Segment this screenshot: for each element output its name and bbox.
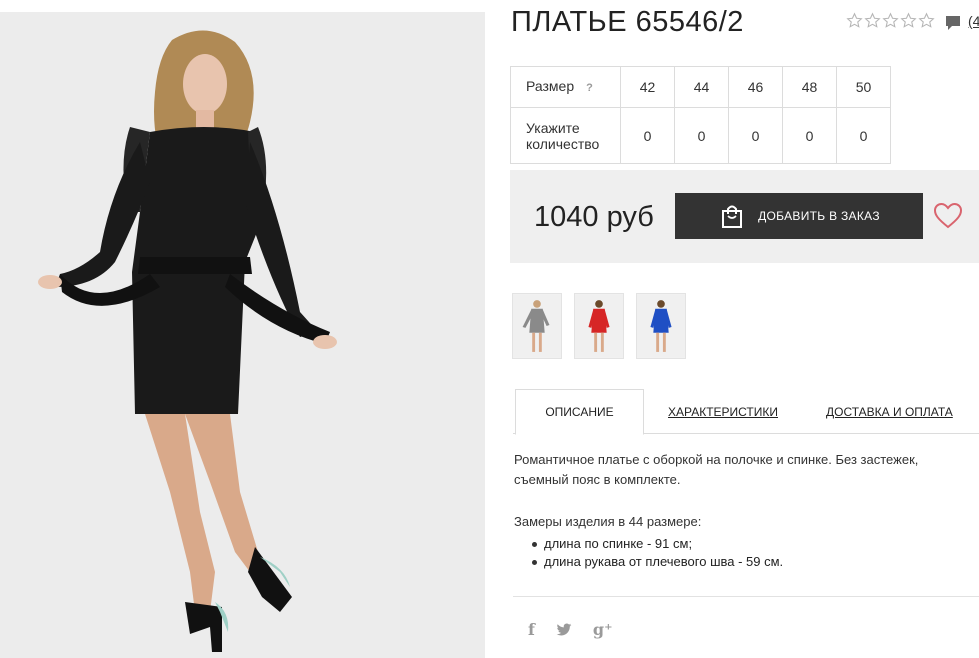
social-share: f g⁺ <box>528 620 613 639</box>
size-option: 46 <box>728 66 783 108</box>
measurements-list: длина по спинке - 91 см; длина рукава от… <box>532 535 783 571</box>
size-option: 48 <box>782 66 837 108</box>
comment-icon[interactable] <box>945 15 961 31</box>
shopping-bag-icon <box>722 205 743 228</box>
size-option: 50 <box>836 66 891 108</box>
product-main-image[interactable] <box>0 12 485 658</box>
product-description: Романтичное платье с оборкой на полочке … <box>514 452 919 487</box>
product-tabs: ОПИСАНИЕ ХАРАКТЕРИСТИКИ ДОСТАВКА И ОПЛАТ… <box>513 389 979 435</box>
facebook-icon[interactable]: f <box>528 620 535 639</box>
product-price: 1040 руб <box>534 201 654 233</box>
star-icon[interactable] <box>846 12 863 29</box>
rating-stars[interactable] <box>846 12 935 29</box>
product-title: ПЛАТЬЕ 65546/2 <box>511 6 744 38</box>
tab-delivery-payment[interactable]: ДОСТАВКА И ОПЛАТА <box>826 389 953 434</box>
measurement-item: длина рукава от плечевого шва - 59 см. <box>532 553 783 571</box>
price-panel: 1040 руб ДОБАВИТЬ В ЗАКАЗ <box>510 170 979 263</box>
twitter-icon[interactable] <box>556 623 572 637</box>
size-option: 44 <box>674 66 729 108</box>
quantity-label-line2: количество <box>526 135 600 152</box>
divider <box>513 596 979 597</box>
heart-icon[interactable] <box>934 203 962 229</box>
star-icon[interactable] <box>900 12 917 29</box>
quantity-input[interactable]: 0 <box>836 107 891 164</box>
size-table: Размер? 42 44 46 48 50 Укажите количество… <box>510 66 891 164</box>
quantity-label-line1: Укажите <box>526 119 580 136</box>
tab-specifications[interactable]: ХАРАКТЕРИСТИКИ <box>668 389 778 434</box>
add-to-order-button[interactable]: ДОБАВИТЬ В ЗАКАЗ <box>675 193 923 239</box>
star-icon[interactable] <box>882 12 899 29</box>
add-to-order-label: ДОБАВИТЬ В ЗАКАЗ <box>758 209 880 223</box>
measurement-item: длина по спинке - 91 см; <box>532 535 783 553</box>
thumbnail-gallery <box>512 293 686 359</box>
thumbnail-blue-dress[interactable] <box>636 293 686 359</box>
google-plus-icon[interactable]: g⁺ <box>593 620 613 639</box>
tab-description[interactable]: ОПИСАНИЕ <box>515 389 644 435</box>
quantity-input[interactable]: 0 <box>728 107 783 164</box>
quantity-label-cell: Укажите количество <box>510 107 621 164</box>
size-help-icon[interactable]: ? <box>586 80 593 96</box>
star-icon[interactable] <box>918 12 935 29</box>
comment-count-link[interactable]: (4 <box>968 13 979 29</box>
size-label: Размер <box>526 78 575 94</box>
thumbnail-grey-dress[interactable] <box>512 293 562 359</box>
thumbnail-red-dress[interactable] <box>574 293 624 359</box>
measurements-title: Замеры изделия в 44 размере: <box>514 514 702 529</box>
star-icon[interactable] <box>864 12 881 29</box>
quantity-input[interactable]: 0 <box>620 107 675 164</box>
quantity-input[interactable]: 0 <box>674 107 729 164</box>
size-label-cell: Размер? <box>510 66 621 108</box>
quantity-input[interactable]: 0 <box>782 107 837 164</box>
size-option: 42 <box>620 66 675 108</box>
